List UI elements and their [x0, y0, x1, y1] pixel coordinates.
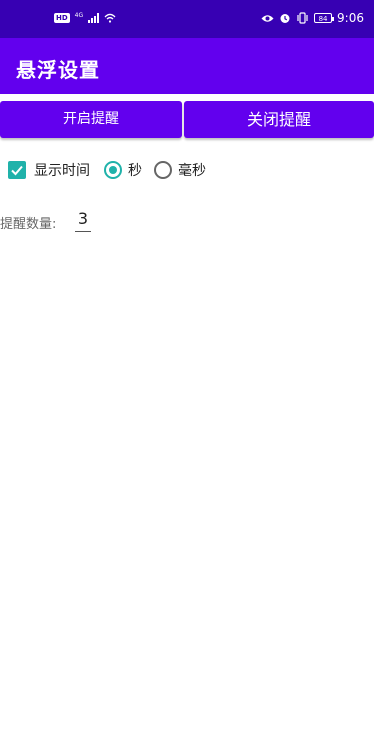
start-reminder-button[interactable]: 开启提醒 [0, 101, 182, 138]
wifi-icon [104, 13, 116, 23]
button-row: 开启提醒 关闭提醒 [0, 101, 374, 138]
app-bar: 悬浮设置 [0, 38, 374, 94]
status-left-icons: HD 4G [54, 11, 116, 23]
status-bar: HD 4G 84 9:06 [0, 0, 374, 38]
milliseconds-radio[interactable] [154, 161, 172, 179]
status-right-icons: 84 9:06 [261, 11, 364, 25]
options-row: 显示时间 秒 毫秒 [8, 158, 206, 182]
show-time-label: 显示时间 [34, 163, 90, 179]
stop-reminder-button[interactable]: 关闭提醒 [184, 101, 374, 138]
network-type-label: 4G [74, 11, 84, 19]
reminder-count-label: 提醒数量: [0, 217, 57, 232]
hd-badge: HD [54, 13, 70, 23]
eye-icon [261, 14, 274, 22]
vibrate-icon [297, 12, 308, 24]
page-title: 悬浮设置 [16, 58, 100, 82]
milliseconds-label: 毫秒 [178, 163, 206, 179]
check-icon [11, 165, 23, 176]
seconds-label: 秒 [128, 163, 142, 179]
battery-level: 84 [318, 15, 328, 23]
show-time-checkbox[interactable] [8, 161, 26, 179]
seconds-radio[interactable] [104, 161, 122, 179]
alarm-icon [280, 14, 290, 23]
signal-icon [88, 13, 100, 23]
battery-icon: 84 [314, 13, 335, 23]
clock-time: 9:06 [337, 11, 364, 25]
reminder-count-input[interactable]: 3 [75, 209, 91, 232]
